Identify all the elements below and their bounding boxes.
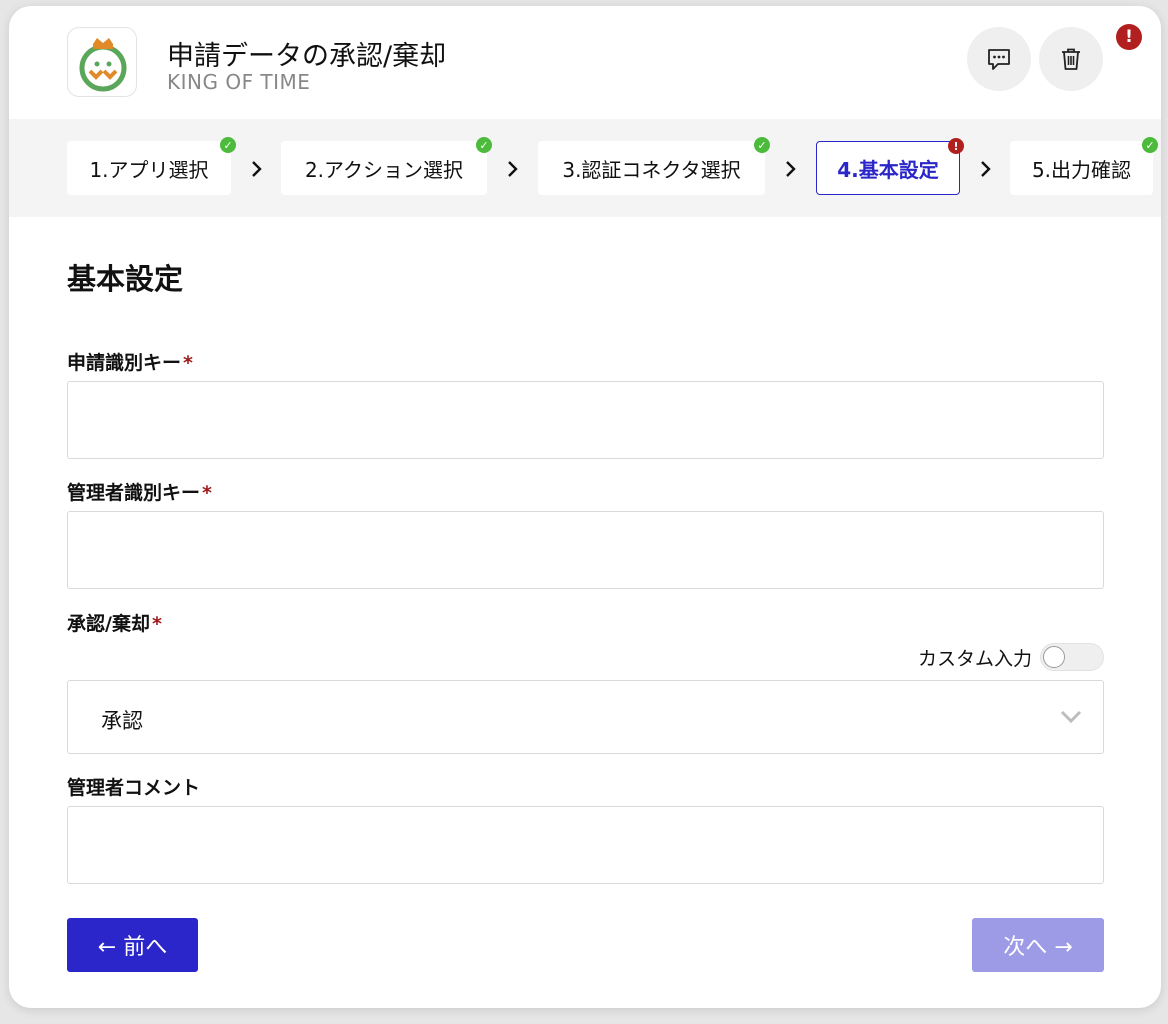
toggle-knob xyxy=(1043,646,1065,668)
section-title: 基本設定 xyxy=(67,262,184,296)
step-complete-check-icon: ✓ xyxy=(1142,137,1158,153)
step-complete-check-icon: ✓ xyxy=(476,137,492,153)
step-complete-check-icon: ✓ xyxy=(754,137,770,153)
required-mark: * xyxy=(151,613,162,635)
trash-icon xyxy=(1062,48,1080,70)
selected-value: 承認 xyxy=(101,709,143,733)
modal-card: 申請データの承認/棄却 KING OF TIME ! 1.アプリ選択 ✓ 2.ア… xyxy=(9,6,1161,1008)
delete-button[interactable] xyxy=(1039,27,1103,91)
chevron-down-icon xyxy=(1060,710,1082,724)
step-label: 1.アプリ選択 xyxy=(89,157,209,182)
step-complete-check-icon: ✓ xyxy=(220,137,236,153)
step-app-select[interactable]: 1.アプリ選択 ✓ xyxy=(67,137,236,195)
custom-input-toggle[interactable] xyxy=(1040,643,1104,671)
admin-comment-label: 管理者コメント xyxy=(67,777,201,799)
admin-comment-input[interactable] xyxy=(68,807,1103,883)
step-label: 5.出力確認 xyxy=(1031,157,1132,182)
request-key-input[interactable] xyxy=(68,382,1103,458)
chevron-right-icon xyxy=(252,161,262,177)
approve-reject-select[interactable]: 承認 xyxy=(67,680,1104,754)
step-output-confirm[interactable]: 5.出力確認 ✓ xyxy=(1010,137,1158,195)
step-label: 3.認証コネクタ選択 xyxy=(562,157,741,182)
required-mark: * xyxy=(183,352,193,374)
comment-icon xyxy=(988,49,1010,70)
required-mark: * xyxy=(202,482,212,504)
step-basic-settings[interactable]: 4.基本設定 ! xyxy=(816,138,964,195)
comment-button[interactable] xyxy=(967,27,1031,91)
prev-button[interactable]: ← 前へ xyxy=(67,918,198,972)
admin-comment-field[interactable] xyxy=(67,806,1104,884)
step-indicator: 1.アプリ選択 ✓ 2.アクション選択 ✓ 3.認証コネクタ選択 ✓ 4.基本設… xyxy=(9,119,1161,217)
request-key-field[interactable] xyxy=(67,381,1104,459)
page-title: 申請データの承認/棄却 xyxy=(167,41,447,72)
step-label: 4.基本設定 xyxy=(837,157,939,182)
admin-key-input[interactable] xyxy=(68,512,1103,588)
step-error-icon: ! xyxy=(948,138,964,154)
admin-key-field[interactable] xyxy=(67,511,1104,589)
error-badge-icon: ! xyxy=(1116,24,1142,50)
app-name: KING OF TIME xyxy=(167,70,311,94)
next-button[interactable]: 次へ → xyxy=(972,918,1104,972)
admin-key-label: 管理者識別キー * xyxy=(67,482,212,504)
step-auth-connector-select[interactable]: 3.認証コネクタ選択 ✓ xyxy=(538,137,770,195)
app-logo xyxy=(67,27,137,97)
approve-reject-label: 承認/棄却 * xyxy=(67,613,162,635)
step-label: 2.アクション選択 xyxy=(304,157,464,182)
chevron-right-icon xyxy=(981,161,991,177)
step-action-select[interactable]: 2.アクション選択 ✓ xyxy=(281,137,492,195)
chevron-right-icon xyxy=(508,161,518,177)
request-key-label: 申請識別キー * xyxy=(67,352,193,374)
custom-input-toggle-group: カスタム入力 xyxy=(918,643,1104,671)
header: 申請データの承認/棄却 KING OF TIME ! xyxy=(9,6,1161,119)
custom-input-label: カスタム入力 xyxy=(917,647,1032,670)
chevron-right-icon xyxy=(786,161,796,177)
king-of-time-logo-icon xyxy=(79,38,127,92)
